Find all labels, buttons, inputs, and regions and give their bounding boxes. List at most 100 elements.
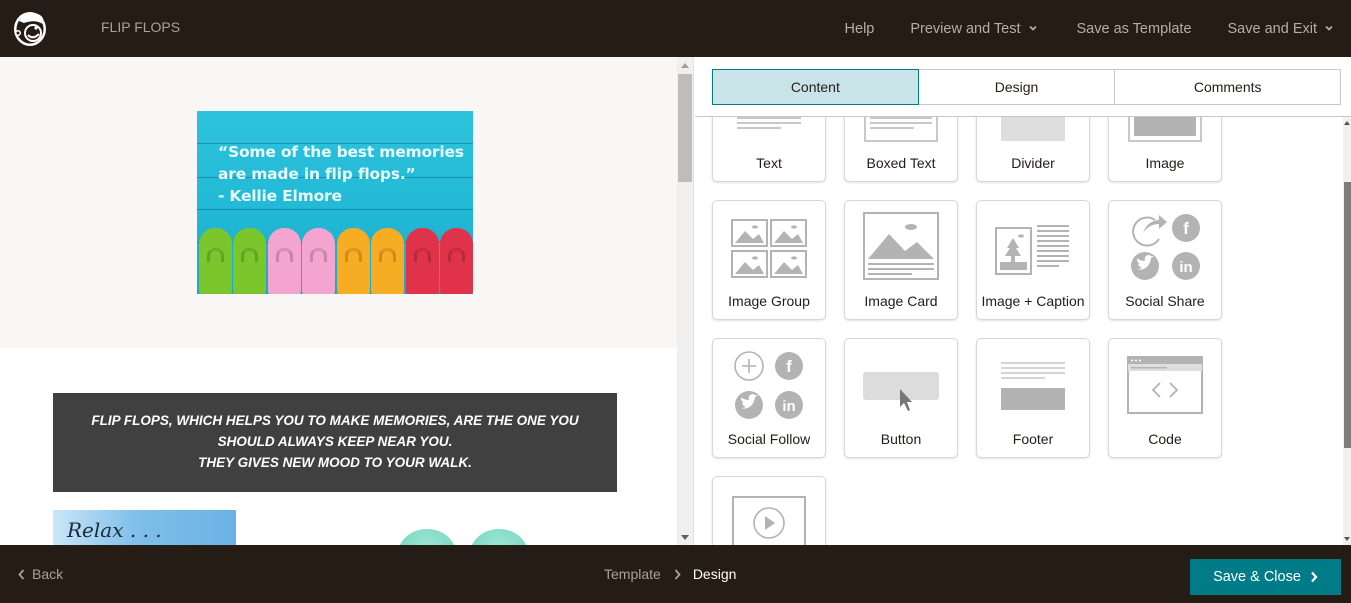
flipflop [268, 228, 301, 294]
text-block-line: THEY GIVES NEW MOOD TO YOUR WALK. [198, 455, 472, 470]
back-label: Back [32, 566, 64, 582]
block-label: Divider [1011, 155, 1055, 171]
image-group-icon [731, 219, 807, 278]
block-video[interactable]: Video [712, 476, 826, 545]
scroll-up-arrow-icon[interactable] [1344, 121, 1350, 125]
chevron-right-icon [674, 568, 681, 580]
flipflop [337, 228, 370, 294]
social-follow-icon: f in [734, 351, 803, 419]
hero-image[interactable]: “Some of the best memories are made in f… [197, 111, 473, 294]
block-label: Code [1148, 431, 1182, 447]
block-label: Boxed Text [866, 155, 936, 171]
code-icon [1127, 356, 1203, 414]
scroll-down-arrow-icon[interactable] [1344, 537, 1350, 541]
block-image-card[interactable]: Image Card [844, 200, 958, 320]
flipflop [199, 228, 232, 294]
mint-flipflop-image[interactable] [470, 529, 528, 545]
block-divider[interactable]: Divider [976, 117, 1090, 182]
flipflop-strap [241, 248, 258, 262]
block-boxed-text[interactable]: Boxed Text [844, 117, 958, 182]
save-as-template-link[interactable]: Save as Template [1077, 21, 1192, 37]
tab-label: Design [994, 79, 1039, 95]
save-and-close-label: Save & Close [1213, 569, 1301, 585]
svg-text:f: f [1183, 219, 1189, 238]
block-social-follow[interactable]: f in Social Follow [712, 338, 826, 458]
campaign-title: FLIP FLOPS [101, 19, 181, 35]
editor-tabs: Content Design Comments [712, 69, 1341, 105]
block-label: Social Follow [727, 431, 811, 447]
flipflop-strap [379, 248, 396, 262]
footer-icon [1001, 362, 1065, 410]
tab-content[interactable]: Content [712, 69, 919, 105]
chevron-down-icon [1325, 25, 1333, 31]
help-label: Help [844, 20, 875, 37]
scrollbar-thumb[interactable] [1344, 182, 1351, 448]
chevron-right-icon [1311, 571, 1318, 583]
block-button[interactable]: Button [844, 338, 958, 458]
chevron-left-icon [18, 568, 25, 580]
mint-flipflop-image[interactable] [398, 529, 456, 545]
block-label: Footer [1012, 431, 1054, 447]
flipflop [233, 228, 266, 294]
block-image-caption[interactable]: Image + Caption [976, 200, 1090, 320]
back-button[interactable]: Back [18, 566, 63, 582]
save-as-template-label: Save as Template [1076, 20, 1192, 37]
editor-panel: Content Design Comments Text Boxed Text [695, 57, 1351, 545]
tab-label: Comments [1193, 79, 1262, 95]
email-preview-pane: “Some of the best memories are made in f… [0, 57, 677, 545]
text-block[interactable]: FLIP FLOPS, WHICH HELPS YOU TO MAKE MEMO… [53, 393, 617, 492]
block-label: Social Share [1125, 293, 1205, 309]
block-footer[interactable]: Footer [976, 338, 1090, 458]
svg-text:f: f [786, 357, 792, 376]
breadcrumb-template[interactable]: Template [604, 566, 661, 582]
preview-scrollbar[interactable] [677, 57, 694, 545]
relax-image[interactable]: Relax . . . [53, 510, 236, 545]
content-blocks-grid: Text Boxed Text Divider Image Image Grou… [695, 117, 1343, 545]
flipflop [302, 228, 335, 294]
relax-text: Relax . . . [67, 518, 162, 542]
block-text[interactable]: Text [712, 117, 826, 182]
boxed-text-icon [864, 117, 938, 142]
scroll-up-arrow-icon[interactable] [681, 63, 689, 68]
flipflop [440, 228, 473, 294]
tab-design[interactable]: Design [918, 70, 1116, 104]
tab-label: Content [790, 79, 840, 95]
block-label: Image Card [864, 293, 938, 309]
button-block-icon [863, 372, 939, 411]
top-bar: FLIP FLOPS Help Preview and Test Save as… [0, 0, 1351, 57]
preview-and-test-menu[interactable]: Preview and Test [910, 21, 1037, 37]
flipflop [371, 228, 404, 294]
block-image[interactable]: Image [1108, 117, 1222, 182]
svg-text:in: in [782, 398, 795, 415]
social-share-icon: f in [1131, 214, 1200, 280]
image-icon [1128, 117, 1202, 142]
block-label: Image [1145, 155, 1185, 171]
divider-icon [1001, 117, 1065, 141]
hero-quote: “Some of the best memories are made in f… [218, 141, 464, 207]
block-image-group[interactable]: Image Group [712, 200, 826, 320]
flipflop-strap [310, 248, 327, 262]
flipflop-strap [207, 248, 224, 262]
plank-line [197, 209, 473, 210]
top-nav: Help Preview and Test Save as Template S… [845, 0, 1333, 57]
text-block-line: SHOULD ALWAYS KEEP NEAR YOU. [217, 434, 453, 449]
save-and-exit-menu[interactable]: Save and Exit [1228, 21, 1333, 37]
editor-scrollbar[interactable] [1343, 117, 1351, 545]
flipflop-strap [414, 248, 431, 262]
scrollbar-thumb[interactable] [678, 74, 692, 182]
block-label: Text [756, 155, 782, 171]
flipflop-strap [276, 248, 293, 262]
tab-comments[interactable]: Comments [1115, 70, 1340, 104]
save-and-exit-label: Save and Exit [1227, 20, 1317, 37]
quote-line: are made in flip flops.” [218, 165, 416, 183]
image-card-icon [863, 212, 939, 280]
block-social-share[interactable]: f in Social Share [1108, 200, 1222, 320]
mailchimp-logo-icon[interactable] [11, 7, 49, 49]
block-code[interactable]: Code [1108, 338, 1222, 458]
help-link[interactable]: Help [845, 21, 875, 37]
scroll-down-arrow-icon[interactable] [681, 535, 689, 540]
breadcrumb-design: Design [692, 566, 737, 582]
block-label: Image Group [728, 293, 810, 309]
hero-section[interactable]: “Some of the best memories are made in f… [0, 57, 677, 348]
save-and-close-button[interactable]: Save & Close [1190, 559, 1341, 595]
